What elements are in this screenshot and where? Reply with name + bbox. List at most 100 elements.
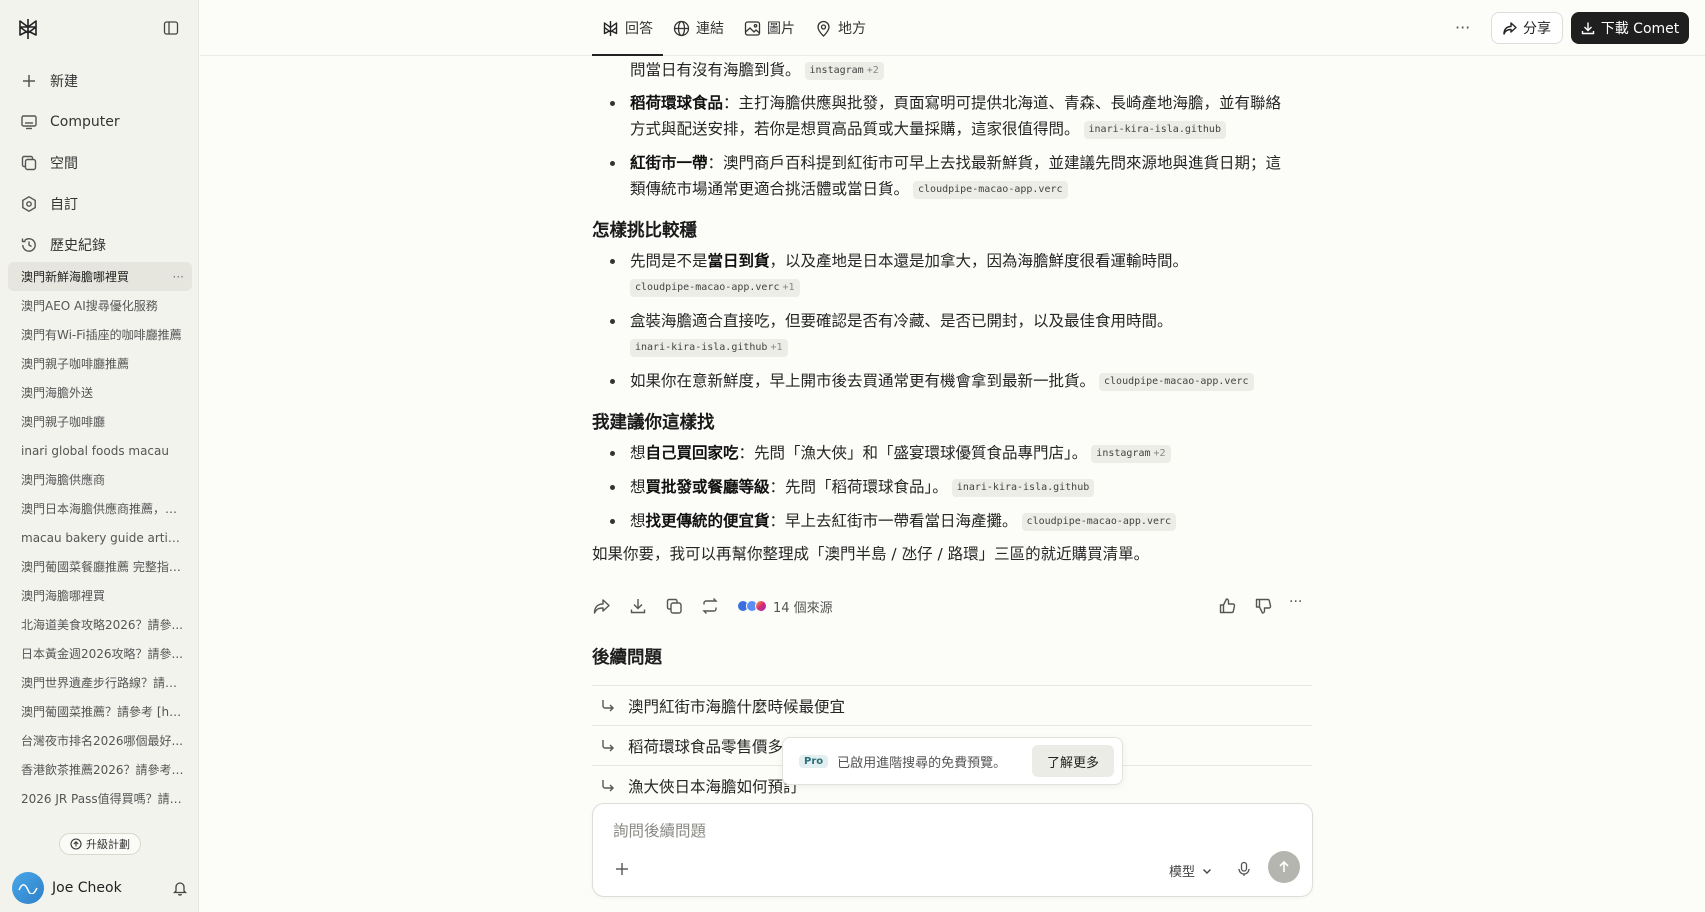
- history-item[interactable]: 澳門葡國菜推薦？請參考 [http...: [8, 697, 192, 726]
- map-pin-icon: [817, 20, 830, 37]
- followup-title: 後續問題: [592, 648, 662, 668]
- sidebar-item-computer[interactable]: Computer: [8, 101, 192, 142]
- plus-icon: [23, 74, 35, 87]
- citation-chip[interactable]: inari-kira-isla.github: [1083, 121, 1226, 139]
- history-item[interactable]: 2026 JR Pass值得買嗎？請參...: [8, 784, 192, 813]
- upgrade-button[interactable]: 升級計劃: [59, 833, 141, 855]
- history-list: 澳門新鮮海膽哪裡買 ··· 澳門AEO AI搜尋優化服務 澳門有Wi-Fi插座的咖…: [8, 262, 192, 813]
- hexagon-icon: [22, 195, 36, 212]
- list-item: 紅街市一帶：澳門商戶百科提到紅街市可早上去找最新鮮貨，並建議先問來源地與進貨日期…: [610, 150, 1310, 202]
- more-icon[interactable]: ···: [173, 270, 184, 284]
- citation-chip[interactable]: instagram +2: [1091, 445, 1171, 463]
- sources-button[interactable]: 14 個來源: [737, 595, 833, 617]
- sidebar-item-spaces[interactable]: 空間: [8, 142, 192, 183]
- thumbs-up-icon[interactable]: [1218, 597, 1236, 615]
- citation-chip[interactable]: cloudpipe-macao-app.verc: [913, 181, 1068, 199]
- sidebar-item-label: 自訂: [50, 196, 78, 213]
- sidebar-toggle-icon[interactable]: [163, 20, 179, 36]
- section-heading: 怎樣挑比較穩: [592, 221, 697, 241]
- perplexity-logo-icon[interactable]: [16, 17, 40, 41]
- list-item: 如果你在意新鮮度，早上開市後去買通常更有機會拿到最新一批貨。 cloudpipe-…: [610, 368, 1310, 394]
- pro-preview-toast: Pro 已啟用進階搜尋的免費預覽。 了解更多: [782, 737, 1123, 785]
- globe-icon: [673, 20, 690, 36]
- list-item: 盒裝海膽適合直接吃，但要確認是否有冷藏、是否已開封，以及最佳食用時間。 inar…: [610, 308, 1310, 360]
- history-item[interactable]: 澳門海膽外送: [8, 378, 192, 407]
- thumbs-down-icon[interactable]: [1254, 597, 1272, 615]
- history-item[interactable]: 澳門葡國菜餐廳推薦 完整指南 ...: [8, 552, 192, 581]
- pro-badge: Pro: [799, 754, 829, 768]
- corner-arrow-icon: [602, 739, 614, 751]
- submit-button[interactable]: [1268, 851, 1300, 883]
- plus-icon[interactable]: [613, 860, 631, 878]
- list-item: 想自己買回家吃：先問「漁大俠」和「盛宴環球優質食品專門店」。 instagram +…: [610, 440, 1310, 466]
- tab-places[interactable]: 地方: [805, 0, 876, 56]
- bell-icon[interactable]: [172, 880, 188, 896]
- download-icon[interactable]: [629, 597, 647, 615]
- history-item[interactable]: 澳門日本海膽供應商推薦，哪...: [8, 494, 192, 523]
- user-profile[interactable]: Joe Cheok: [12, 872, 188, 904]
- history-item[interactable]: 北海道美食攻略2026？請參...: [8, 610, 192, 639]
- corner-arrow-icon: [602, 779, 614, 791]
- history-item[interactable]: 台灣夜市排名2026哪個最好...: [8, 726, 192, 755]
- pro-toast-text: 已啟用進階搜尋的免費預覽。: [837, 755, 1007, 771]
- tab-images[interactable]: 圖片: [734, 0, 805, 56]
- share-icon[interactable]: [593, 597, 611, 615]
- citation-chip[interactable]: inari-kira-isla.github: [951, 479, 1095, 497]
- microphone-icon[interactable]: [1236, 861, 1252, 877]
- copy-icon: [21, 155, 37, 170]
- more-options-button[interactable]: ···: [1455, 18, 1475, 38]
- tab-answer[interactable]: 回答: [592, 0, 663, 56]
- copy-icon[interactable]: [665, 597, 683, 615]
- history-item[interactable]: 澳門有Wi-Fi插座的咖啡廳推薦: [8, 320, 192, 349]
- history-item[interactable]: 澳門親子咖啡廳推薦: [8, 349, 192, 378]
- more-icon[interactable]: ···: [1289, 594, 1302, 610]
- history-item[interactable]: macau bakery guide artisan ...: [8, 523, 192, 552]
- history-item[interactable]: 澳門AEO AI搜尋優化服務: [8, 291, 192, 320]
- closing-paragraph: 如果你要，我可以再幫你整理成「澳門半島 / 氹仔 / 路環」三區的就近購買清單。: [592, 545, 1150, 563]
- corner-arrow-icon: [602, 699, 614, 711]
- tab-links[interactable]: 連結: [663, 0, 734, 56]
- history-item[interactable]: 澳門世界遺產步行路線？請參...: [8, 668, 192, 697]
- arrow-up-circle-icon: [70, 838, 82, 850]
- sidebar-item-label: 新建: [50, 73, 78, 90]
- followup-item[interactable]: 澳門紅街市海膽什麼時候最便宜: [592, 685, 1312, 725]
- sidebar-item-label: Computer: [50, 113, 120, 130]
- citation-chip[interactable]: cloudpipe-macao-app.verc: [1099, 373, 1254, 391]
- followup-input[interactable]: [613, 816, 1293, 846]
- rewrite-icon[interactable]: [701, 597, 719, 615]
- history-item[interactable]: 澳門親子咖啡廳: [8, 407, 192, 436]
- perplexity-icon: [603, 20, 618, 36]
- list-item: 先問是不是當日到貨，以及產地是日本還是加拿大，因為海膽鮮度很看運輸時間。 clo…: [610, 248, 1310, 300]
- share-icon: [1503, 22, 1517, 35]
- history-item[interactable]: inari global foods macau: [8, 436, 192, 465]
- citation-chip[interactable]: cloudpipe-macao-app.verc: [1021, 513, 1177, 531]
- sidebar-item-new[interactable]: 新建: [8, 60, 192, 101]
- history-item[interactable]: 日本黃金週2026攻略？請參...: [8, 639, 192, 668]
- list-item: 問當日有沒有海膽到貨。 instagram +2: [630, 57, 1310, 83]
- model-selector[interactable]: 模型: [1169, 861, 1213, 880]
- followup-composer: 模型: [592, 803, 1313, 897]
- user-name: Joe Cheok: [52, 880, 122, 896]
- avatar: [12, 872, 44, 904]
- history-item[interactable]: 澳門新鮮海膽哪裡買 ···: [8, 262, 192, 291]
- history-item[interactable]: 香港飲茶推薦2026？請參考 [...: [8, 755, 192, 784]
- answer-actions: 14 個來源 ···: [592, 590, 1312, 622]
- sidebar-item-customize[interactable]: 自訂: [8, 183, 192, 224]
- citation-chip[interactable]: cloudpipe-macao-app.verc +1: [630, 279, 800, 297]
- download-comet-button[interactable]: 下載 Comet: [1571, 12, 1689, 44]
- history-icon: [21, 237, 36, 252]
- history-item[interactable]: 澳門海膽供應商: [8, 465, 192, 494]
- section-heading: 我建議你這樣找: [592, 413, 715, 433]
- share-button[interactable]: 分享: [1491, 12, 1563, 44]
- instagram-icon: [755, 600, 767, 612]
- chevron-down-icon: [1203, 868, 1212, 874]
- sidebar-item-history[interactable]: 歷史紀錄: [8, 224, 192, 265]
- learn-more-button[interactable]: 了解更多: [1032, 745, 1114, 777]
- history-item[interactable]: 澳門海膽哪裡買: [8, 581, 192, 610]
- sidebar-item-label: 歷史紀錄: [50, 237, 106, 254]
- citation-chip[interactable]: instagram +2: [804, 62, 884, 80]
- citation-chip[interactable]: inari-kira-isla.github +1: [630, 339, 788, 357]
- monitor-icon: [21, 114, 37, 129]
- list-item: 想買批發或餐廳等級：先問「稻荷環球食品」。 inari-kira-isla.git…: [610, 474, 1310, 500]
- sidebar: 新建 Computer 空間 自訂 歷史紀錄 澳門新鮮海膽哪裡買 ··· 澳門AE…: [0, 0, 199, 912]
